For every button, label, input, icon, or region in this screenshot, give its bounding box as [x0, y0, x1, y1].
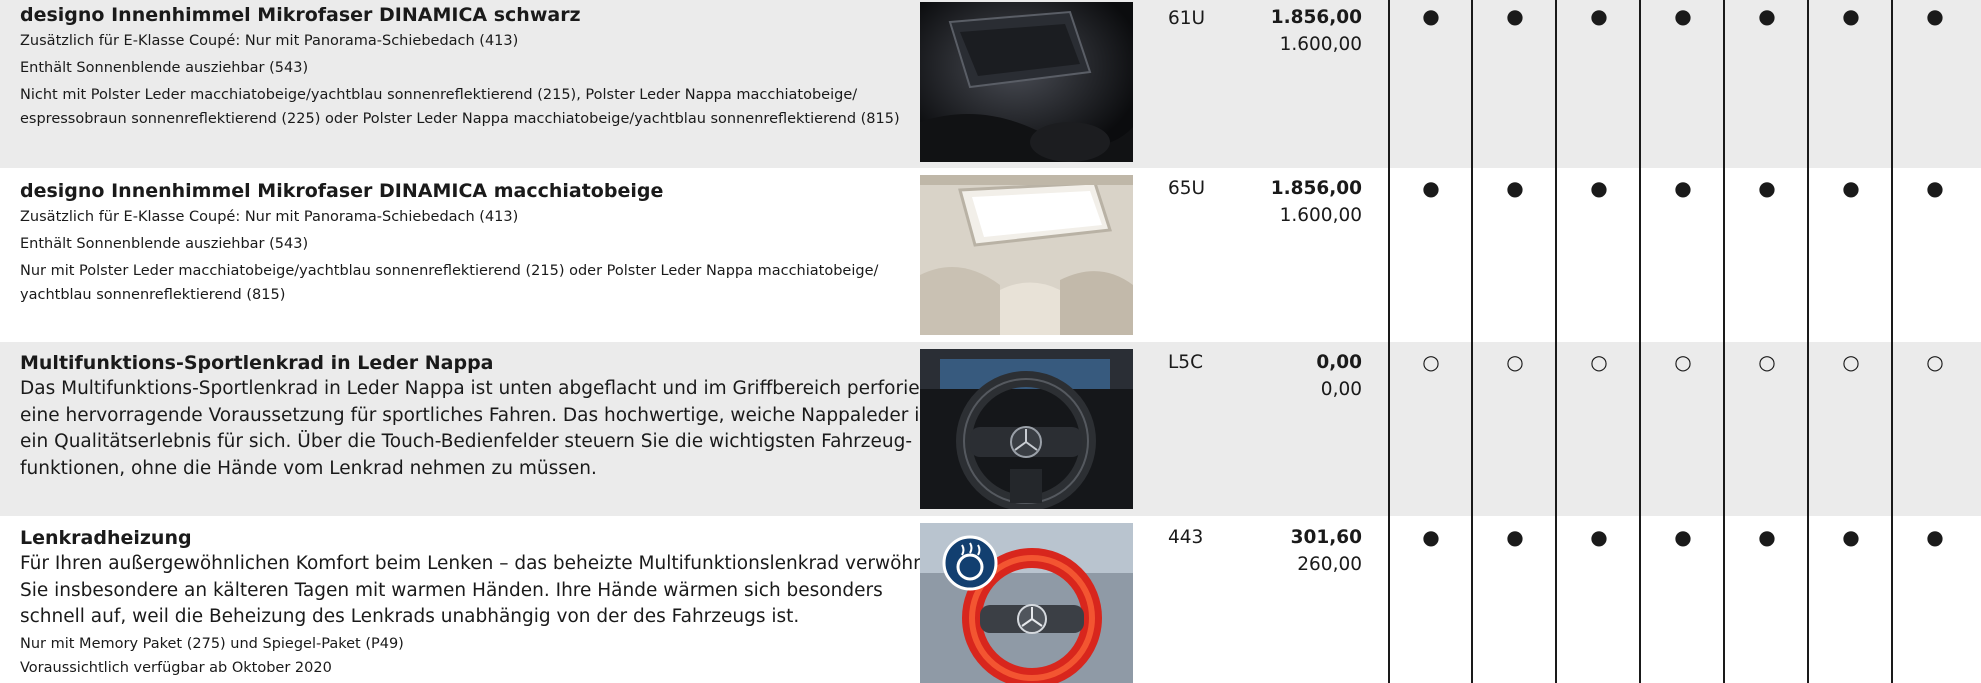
option-code: 65U — [1168, 178, 1206, 199]
option-note: Voraussichtlich verfügbar ab Oktober 202… — [20, 659, 332, 676]
availability-mark: ○ — [1758, 350, 1776, 374]
availability-mark: ● — [1422, 525, 1440, 549]
option-note: Zusätzlich für E-Klasse Coupé: Nur mit P… — [20, 209, 519, 225]
option-title: designo Innenhimmel Mikrofaser DINAMICA … — [20, 4, 581, 26]
column-divider — [1388, 0, 1390, 683]
price-gross: 0,00 — [1316, 352, 1362, 373]
column-divider — [1891, 0, 1893, 683]
option-description: designo Innenhimmel Mikrofaser DINAMICA … — [20, 2, 910, 129]
availability-mark: ● — [1674, 176, 1692, 200]
availability-mark: ● — [1590, 4, 1608, 28]
availability-mark: ● — [1842, 4, 1860, 28]
availability-mark: ● — [1926, 525, 1944, 549]
availability-mark: ● — [1506, 525, 1524, 549]
option-row-65u: designo Innenhimmel Mikrofaser DINAMICA … — [0, 168, 1981, 342]
option-note: yachtblau sonnenreflektierend (815) — [20, 287, 286, 303]
price-net: 0,00 — [1320, 378, 1362, 400]
column-divider — [1555, 0, 1557, 683]
availability-mark: ● — [1506, 4, 1524, 28]
option-note: Nicht mit Polster Leder macchiatobeige/y… — [20, 87, 858, 103]
availability-mark: ○ — [1674, 350, 1692, 374]
option-note: Enthält Sonnenblende ausziehbar (543) — [20, 60, 309, 76]
price-net: 260,00 — [1297, 553, 1362, 575]
option-image — [920, 175, 1133, 335]
availability-mark: ● — [1422, 176, 1440, 200]
option-text: funktionen, ohne die Hände vom Lenkrad n… — [20, 457, 597, 479]
option-title: designo Innenhimmel Mikrofaser DINAMICA … — [20, 180, 664, 202]
price-gross: 1.856,00 — [1270, 178, 1362, 199]
option-description: Lenkradheizung Für Ihren außergewöhnlich… — [20, 525, 933, 678]
availability-mark: ● — [1674, 525, 1692, 549]
availability-mark: ● — [1842, 525, 1860, 549]
option-code: 443 — [1168, 527, 1204, 548]
option-code: L5C — [1168, 352, 1203, 373]
availability-mark: ● — [1590, 525, 1608, 549]
availability-mark: ● — [1926, 176, 1944, 200]
option-price: 1.856,00 1.600,00 — [1271, 5, 1362, 58]
option-text: eine hervorragende Voraussetzung für spo… — [20, 404, 937, 426]
column-divider — [1807, 0, 1809, 683]
option-text: Für Ihren außergewöhnlichen Komfort beim… — [20, 553, 933, 574]
availability-mark: ● — [1590, 176, 1608, 200]
availability-mark: ● — [1926, 4, 1944, 28]
option-note: Zusätzlich für E-Klasse Coupé: Nur mit P… — [20, 33, 519, 49]
option-note: Nur mit Memory Paket (275) und Spiegel-P… — [20, 635, 404, 652]
availability-mark: ● — [1422, 4, 1440, 28]
option-description: designo Innenhimmel Mikrofaser DINAMICA … — [20, 178, 910, 305]
column-divider — [1639, 0, 1641, 683]
availability-mark: ● — [1758, 176, 1776, 200]
availability-mark: ○ — [1590, 350, 1608, 374]
availability-mark: ○ — [1926, 350, 1944, 374]
option-image — [920, 523, 1133, 683]
option-row-443: Lenkradheizung Für Ihren außergewöhnlich… — [0, 516, 1981, 683]
option-text: schnell auf, weil die Beheizung des Lenk… — [20, 606, 800, 627]
option-image — [920, 349, 1133, 509]
option-note: Nur mit Polster Leder macchiatobeige/yac… — [20, 263, 879, 279]
availability-mark: ○ — [1422, 350, 1440, 374]
option-text: Sie insbesondere an kälteren Tagen mit w… — [20, 579, 883, 601]
option-description: Multifunktions-Sportlenkrad in Leder Nap… — [20, 350, 950, 482]
availability-mark: ● — [1758, 525, 1776, 549]
price-net: 1.600,00 — [1279, 204, 1362, 226]
column-divider — [1471, 0, 1473, 683]
availability-mark: ○ — [1842, 350, 1860, 374]
option-text: ein Qualitätserlebnis für sich. Über die… — [20, 431, 913, 452]
option-price: 1.856,00 1.600,00 — [1271, 176, 1362, 229]
option-price: 0,00 0,00 — [1316, 350, 1362, 403]
price-gross: 1.856,00 — [1270, 7, 1362, 28]
option-price: 301,60 260,00 — [1291, 525, 1362, 578]
availability-mark: ● — [1842, 176, 1860, 200]
option-note: espressobraun sonnenreflektierend (225) … — [20, 111, 900, 127]
option-title: Multifunktions-Sportlenkrad in Leder Nap… — [20, 352, 494, 374]
availability-mark: ● — [1674, 4, 1692, 28]
option-row-61u: designo Innenhimmel Mikrofaser DINAMICA … — [0, 0, 1981, 168]
availability-mark: ○ — [1506, 350, 1524, 374]
availability-mark: ● — [1758, 4, 1776, 28]
option-note: Enthält Sonnenblende ausziehbar (543) — [20, 236, 309, 252]
price-net: 1.600,00 — [1279, 33, 1362, 55]
column-divider — [1723, 0, 1725, 683]
option-image — [920, 2, 1133, 162]
option-row-l5c: Multifunktions-Sportlenkrad in Leder Nap… — [0, 342, 1981, 516]
option-code: 61U — [1168, 8, 1206, 29]
option-text: Das Multifunktions-Sportlenkrad in Leder… — [20, 378, 950, 399]
availability-mark: ● — [1506, 176, 1524, 200]
option-title: Lenkradheizung — [20, 527, 192, 549]
price-gross: 301,60 — [1290, 527, 1362, 548]
